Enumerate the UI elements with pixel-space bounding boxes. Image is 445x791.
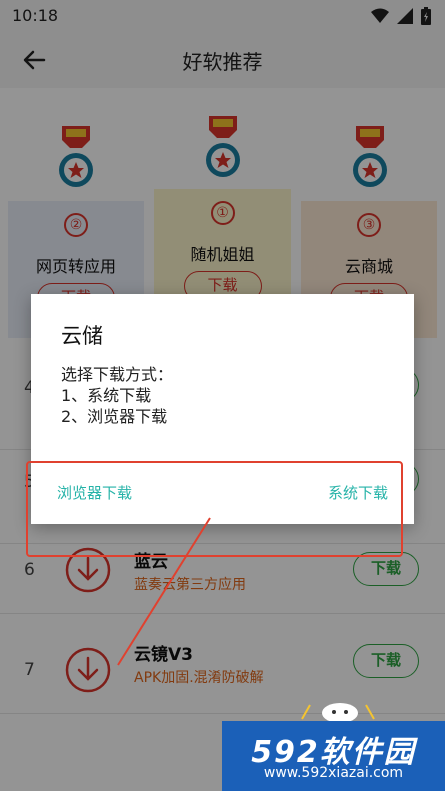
dialog-title: 云储	[61, 324, 103, 348]
dialog-message-line: 1、系统下载	[61, 386, 152, 405]
dialog-message-line: 选择下载方式：	[61, 365, 174, 384]
watermark-url: www.592xiazai.com	[263, 765, 404, 781]
dialog-message-line: 2、浏览器下载	[61, 407, 168, 426]
watermark: 592软件园 www.592xiazai.com	[222, 721, 445, 791]
dialog-message: 选择下载方式： 1、系统下载 2、浏览器下载	[61, 364, 173, 427]
mascot-icon	[301, 703, 375, 723]
annotation-highlight-box	[26, 461, 403, 557]
